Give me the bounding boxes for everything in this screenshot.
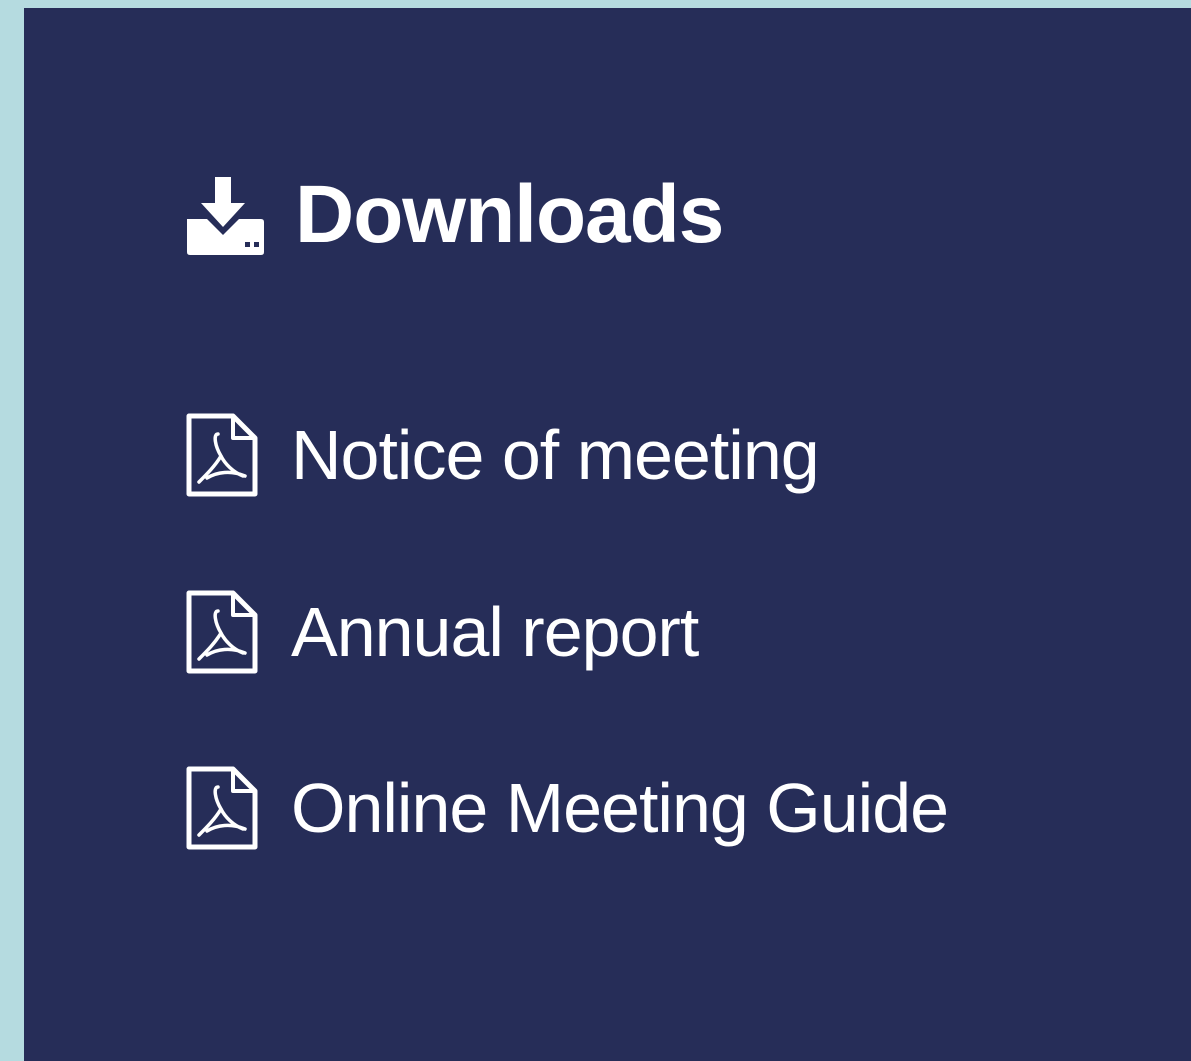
download-icon [187,177,264,255]
download-link-online-meeting-guide[interactable]: Online Meeting Guide [185,765,949,851]
downloads-title: Downloads [295,169,724,260]
downloads-panel: Downloads Notice of meeting Annual repor… [24,8,1191,1061]
download-link-annual-report[interactable]: Annual report [185,589,699,675]
download-link-label: Annual report [291,593,699,671]
pdf-file-icon [186,766,258,850]
pdf-file-icon [186,590,258,674]
download-link-notice-of-meeting[interactable]: Notice of meeting [185,412,820,498]
download-link-label: Online Meeting Guide [291,769,949,847]
downloads-heading: Downloads [185,169,724,260]
pdf-file-icon [186,413,258,497]
download-link-label: Notice of meeting [291,416,820,494]
